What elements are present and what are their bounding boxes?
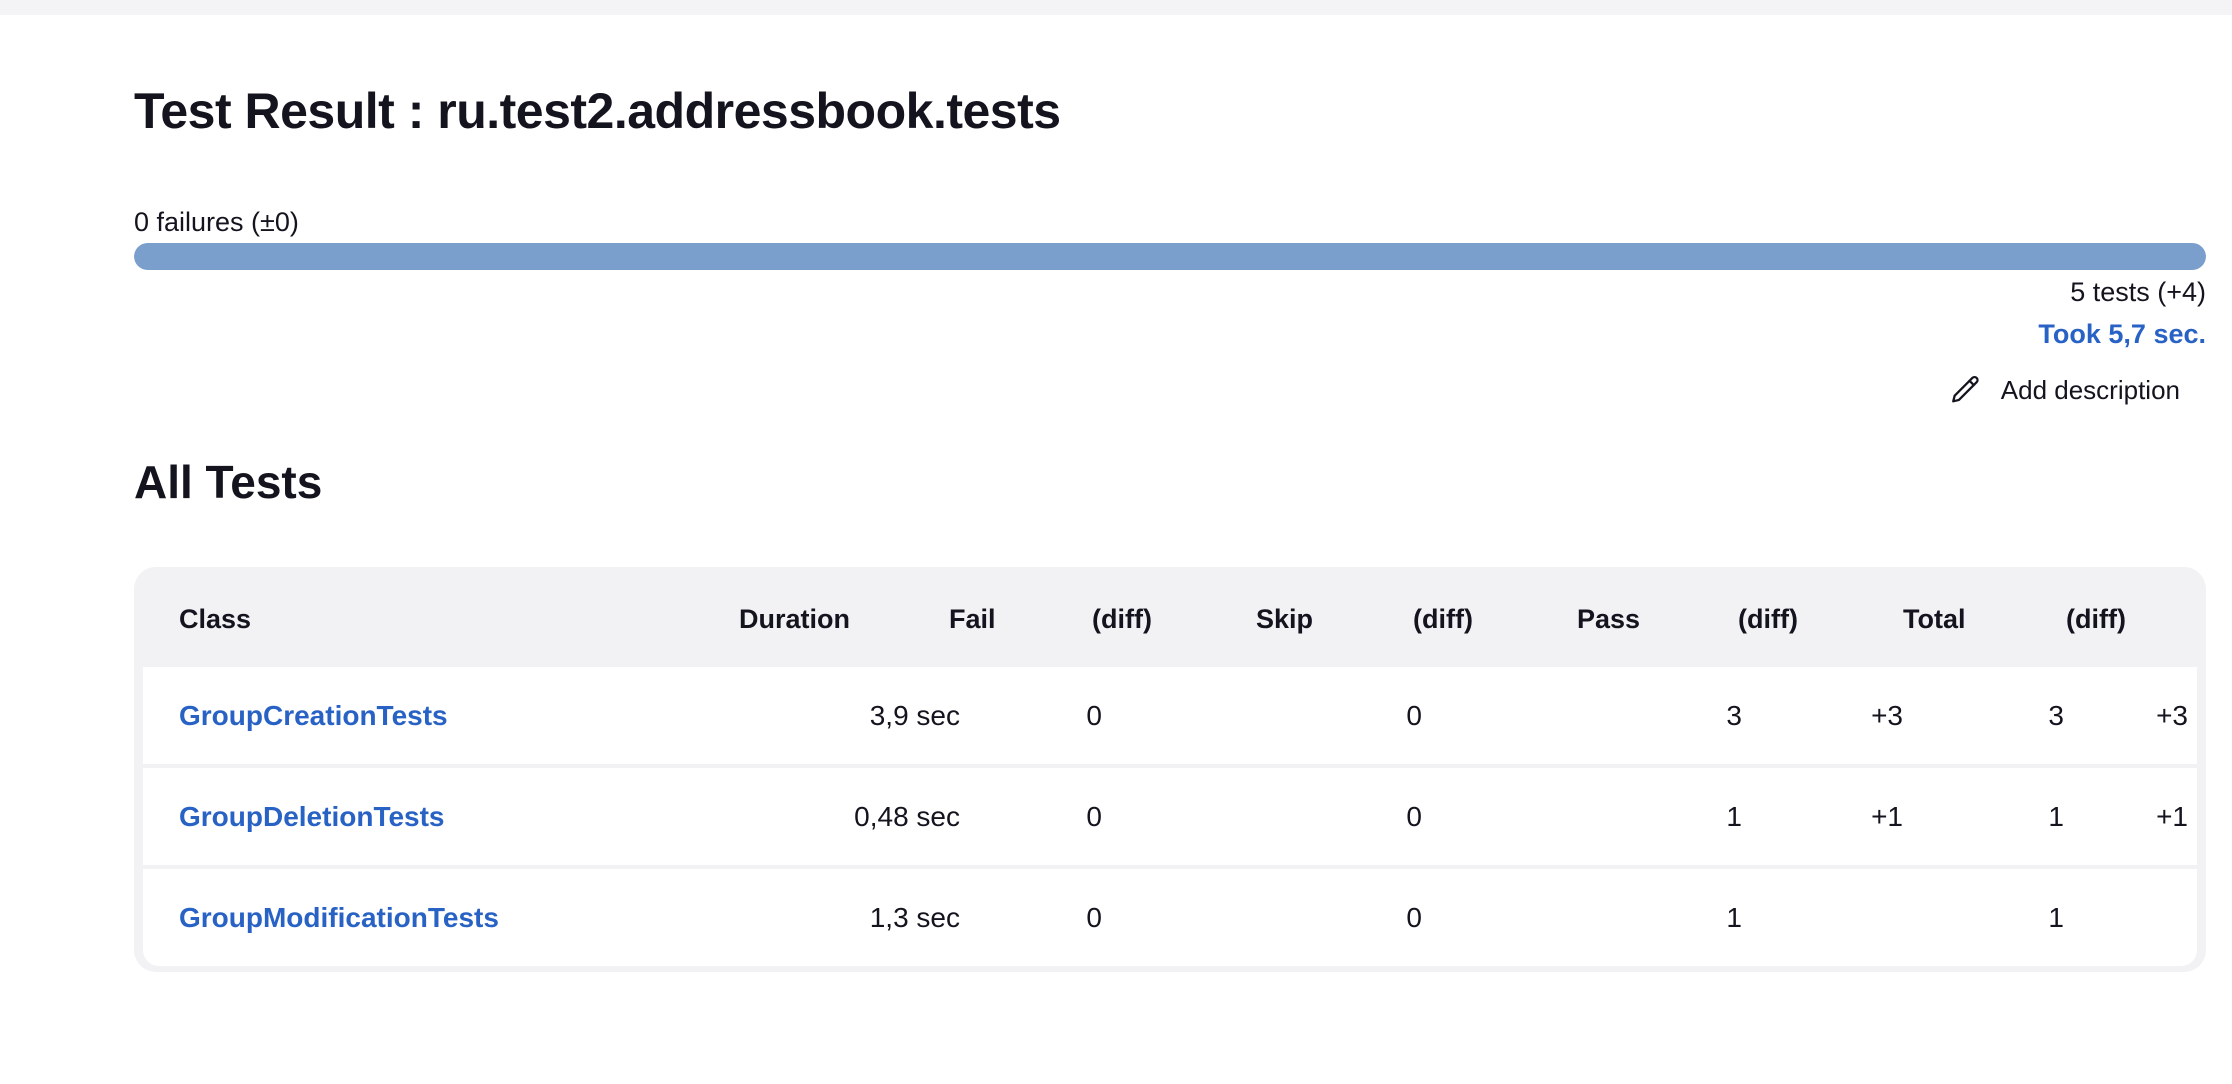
duration-cell: 3,9 sec: [869, 700, 960, 731]
pass-cell: 1: [1726, 801, 1742, 832]
failures-summary: 0 failures (±0): [134, 207, 299, 237]
table-header: Class Duration Fail (diff) Skip (diff) P…: [134, 567, 2206, 667]
fail-cell: 0: [1086, 801, 1102, 832]
top-bar: [0, 0, 2232, 15]
fail-cell: 0: [1086, 700, 1102, 731]
total-diff-cell: +1: [2156, 801, 2188, 832]
table-body: GroupCreationTests 3,9 sec 0 0 3 +3 3 +3 Group…: [143, 667, 2197, 966]
column-header-fail[interactable]: Fail: [949, 601, 996, 637]
pass-cell: 1: [1726, 902, 1742, 933]
column-header-skip-diff[interactable]: (diff): [1413, 601, 1473, 637]
pass-diff-cell: +3: [1871, 700, 1903, 731]
class-link[interactable]: GroupDeletionTests: [179, 798, 445, 836]
pencil-icon: [1949, 373, 1983, 407]
column-header-fail-diff[interactable]: (diff): [1092, 601, 1152, 637]
table-row: GroupCreationTests 3,9 sec 0 0 3 +3 3 +3: [143, 667, 2197, 764]
column-header-pass[interactable]: Pass: [1577, 601, 1640, 637]
pass-cell: 3: [1726, 700, 1742, 731]
add-description-button[interactable]: Add description: [1949, 370, 2180, 410]
column-header-total[interactable]: Total: [1903, 601, 1966, 637]
class-link[interactable]: GroupCreationTests: [179, 697, 448, 735]
table-row: GroupDeletionTests 0,48 sec 0 0 1 +1 1 +1: [143, 768, 2197, 865]
duration-cell: 0,48 sec: [854, 801, 960, 832]
class-link[interactable]: GroupModificationTests: [179, 899, 499, 937]
column-header-class[interactable]: Class: [179, 601, 251, 637]
total-cell: 3: [2048, 700, 2064, 731]
table-row: GroupModificationTests 1,3 sec 0 0 1 1: [143, 869, 2197, 966]
column-header-skip[interactable]: Skip: [1256, 601, 1313, 637]
column-header-duration[interactable]: Duration: [739, 601, 850, 637]
column-header-total-diff[interactable]: (diff): [2066, 601, 2126, 637]
skip-cell: 0: [1406, 902, 1422, 933]
column-header-pass-diff[interactable]: (diff): [1738, 601, 1798, 637]
tests-table: Class Duration Fail (diff) Skip (diff) P…: [134, 567, 2206, 972]
pass-diff-cell: +1: [1871, 801, 1903, 832]
tests-count: 5 tests (+4): [2070, 277, 2206, 307]
took-duration-link[interactable]: Took 5,7 sec.: [2038, 316, 2206, 352]
skip-cell: 0: [1406, 700, 1422, 731]
fail-cell: 0: [1086, 902, 1102, 933]
test-progress-fill: [134, 243, 2206, 270]
total-cell: 1: [2048, 801, 2064, 832]
add-description-label: Add description: [2000, 375, 2180, 405]
all-tests-heading: All Tests: [134, 456, 323, 508]
test-progress-bar: [134, 243, 2206, 270]
total-cell: 1: [2048, 902, 2064, 933]
duration-cell: 1,3 sec: [869, 902, 960, 933]
total-diff-cell: +3: [2156, 700, 2188, 731]
page-title: Test Result : ru.test2.addressbook.tests: [134, 83, 1061, 139]
skip-cell: 0: [1406, 801, 1422, 832]
